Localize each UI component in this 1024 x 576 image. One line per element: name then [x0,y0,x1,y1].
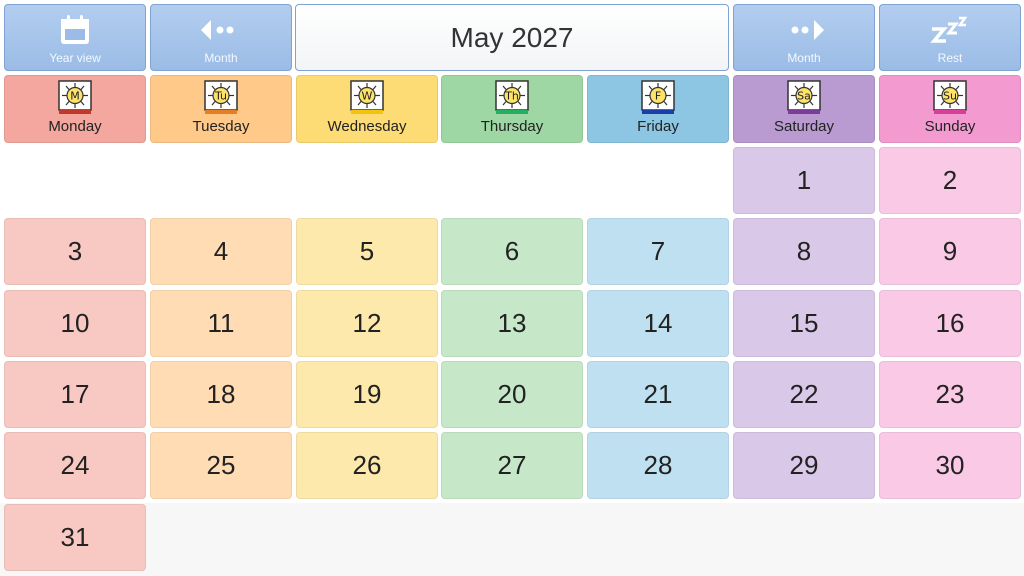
year-view-label: Year view [49,51,101,65]
date-cell[interactable]: 3 [4,218,146,285]
date-cell[interactable]: 5 [296,218,438,285]
date-cell[interactable]: 21 [587,361,729,428]
sun-icon: Tu [204,80,238,116]
sun-icon: W [350,80,384,116]
date-cell[interactable]: 1 [733,147,875,214]
date-cell[interactable]: 20 [441,361,583,428]
day-header-monday: M Monday [4,75,146,143]
sun-icon: M [58,80,92,116]
date-cell[interactable]: 14 [587,290,729,357]
date-cell[interactable]: 11 [150,290,292,357]
date-cell[interactable]: 28 [587,432,729,499]
calendar-background [0,503,1024,576]
date-cell[interactable]: 24 [4,432,146,499]
day-name: Saturday [773,118,835,135]
date-cell[interactable]: 2 [879,147,1021,214]
date-cell[interactable]: 18 [150,361,292,428]
sun-icon: Su [933,80,967,116]
next-month-label: Month [787,51,821,65]
date-cell[interactable]: 9 [879,218,1021,285]
day-name: Monday [48,118,102,135]
date-cell[interactable]: 4 [150,218,292,285]
day-header-tuesday: Tu Tuesday [150,75,292,143]
year-view-button[interactable]: Year view [4,4,146,71]
calendar-icon [58,13,92,47]
date-cell[interactable]: 12 [296,290,438,357]
day-name: Sunday [924,118,976,135]
day-abbreviation: Su [943,90,957,103]
date-cell[interactable]: 13 [441,290,583,357]
date-cell[interactable]: 23 [879,361,1021,428]
date-cell[interactable]: 26 [296,432,438,499]
date-cell[interactable]: 7 [587,218,729,285]
date-cell[interactable]: 17 [4,361,146,428]
previous-arrow-icon [201,13,241,47]
sun-icon: F [641,80,675,116]
day-header-wednesday: W Wednesday [296,75,438,143]
day-name: Wednesday [327,118,407,135]
day-abbreviation: Th [504,90,519,103]
previous-month-label: Month [204,51,238,65]
day-abbreviation: W [362,90,373,103]
date-cell[interactable]: 31 [4,504,146,571]
next-month-button[interactable]: Month [733,4,875,71]
rest-label: Rest [937,51,963,65]
date-cell[interactable]: 16 [879,290,1021,357]
day-abbreviation: Sa [797,90,811,103]
date-cell[interactable]: 25 [150,432,292,499]
day-abbreviation: Tu [214,90,227,103]
date-cell[interactable]: 30 [879,432,1021,499]
day-header-friday: F Friday [587,75,729,143]
sun-icon: Th [495,80,529,116]
date-cell[interactable]: 15 [733,290,875,357]
sun-icon: Sa [787,80,821,116]
date-cell[interactable]: 10 [4,290,146,357]
day-header-thursday: Th Thursday [441,75,583,143]
month-title: May 2027 [295,4,729,71]
date-cell[interactable]: 29 [733,432,875,499]
day-name: Tuesday [192,118,250,135]
previous-month-button[interactable]: Month [150,4,292,71]
date-cell[interactable]: 8 [733,218,875,285]
sleep-zzz-icon [930,13,970,47]
date-cell[interactable]: 6 [441,218,583,285]
rest-button[interactable]: Rest [879,4,1021,71]
day-abbreviation: M [70,90,80,103]
day-abbreviation: F [655,90,661,103]
day-name: Thursday [480,118,544,135]
next-arrow-icon [784,13,824,47]
day-header-sunday: Su Sunday [879,75,1021,143]
date-cell[interactable]: 19 [296,361,438,428]
day-name: Friday [637,118,679,135]
date-cell[interactable]: 22 [733,361,875,428]
day-header-saturday: Sa Saturday [733,75,875,143]
date-cell[interactable]: 27 [441,432,583,499]
